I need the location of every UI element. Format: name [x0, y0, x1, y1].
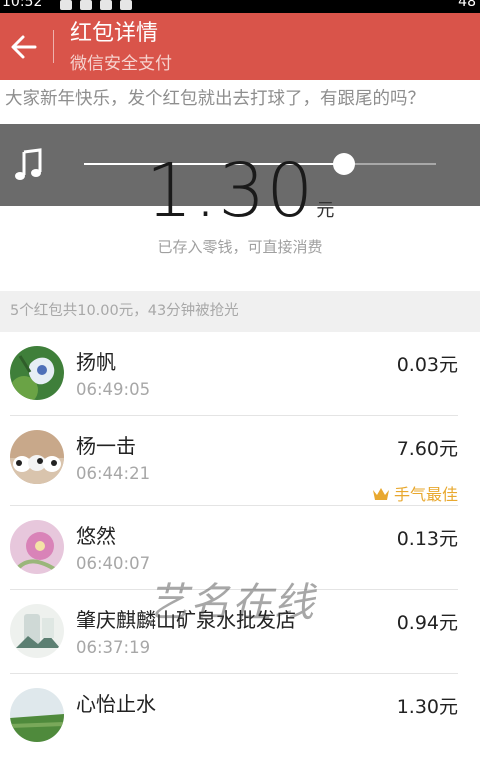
avatar: [10, 430, 64, 484]
status-bar: 10:52 48: [0, 0, 480, 13]
avatar: [10, 520, 64, 574]
notification-icon: [120, 0, 132, 10]
app-header: 红包详情 微信安全支付: [0, 13, 480, 80]
page-title: 红包详情: [70, 21, 159, 46]
received-amount-value: 0.03元: [396, 354, 458, 376]
list-item[interactable]: 杨一击 06:44:21 7.60元 手气最佳: [0, 416, 480, 506]
best-luck-label: 手气最佳: [393, 485, 458, 504]
received-amount-value: 1.30元: [396, 696, 458, 718]
header-divider: [53, 30, 54, 63]
deposit-notice: 已存入零钱，可直接消费: [157, 238, 323, 256]
best-luck-badge: 手气最佳: [372, 481, 458, 505]
received-amount-value: 7.60元: [396, 438, 458, 460]
avatar: [10, 346, 64, 400]
amount-unit: 元: [316, 200, 335, 221]
recipient-name: 肇庆麒麟山矿泉水批发店: [76, 608, 296, 632]
avatar: [10, 604, 64, 658]
recipient-list: 扬帆 06:49:05 0.03元 杨一击 06:44:21 7.60元 手气最…: [0, 332, 480, 758]
received-time: 06:44:21: [76, 464, 151, 483]
recipient-name: 悠然: [76, 524, 116, 548]
packet-summary: 5个红包共10.00元，43分钟被抢光: [0, 291, 480, 332]
notification-icon: [80, 0, 92, 10]
back-arrow-icon: [11, 35, 37, 59]
back-button[interactable]: [4, 25, 44, 69]
received-amount-value: 0.13元: [396, 528, 458, 550]
list-item[interactable]: 心怡止水 1.30元: [0, 674, 480, 758]
recipient-name: 扬帆: [76, 350, 116, 374]
list-item[interactable]: 悠然 06:40:07 0.13元: [0, 506, 480, 590]
status-icons: [60, 0, 132, 13]
notification-icon: [100, 0, 112, 10]
recipient-name: 杨一击: [76, 434, 136, 458]
received-time: 06:49:05: [76, 380, 151, 399]
list-item[interactable]: 肇庆麒麟山矿泉水批发店 06:37:19 0.94元: [0, 590, 480, 674]
amount-value: 1.30: [145, 148, 315, 234]
notification-icon: [60, 0, 72, 10]
red-packet-message: 大家新年快乐，发个红包就出去打球了，有跟尾的吗？: [5, 89, 425, 109]
crown-icon: [372, 488, 389, 500]
summary-text: 5个红包共10.00元，43分钟被抢光: [10, 303, 239, 319]
page-subtitle: 微信安全支付: [70, 54, 172, 74]
received-amount-value: 0.94元: [396, 612, 458, 634]
received-amount: 1.30 元: [0, 148, 480, 234]
status-time: 10:52: [2, 0, 43, 10]
received-time: 06:40:07: [76, 554, 151, 573]
list-item[interactable]: 扬帆 06:49:05 0.03元: [0, 332, 480, 416]
recipient-name: 心怡止水: [76, 692, 156, 716]
received-time: 06:37:19: [76, 638, 151, 657]
status-battery: 48: [458, 0, 476, 10]
avatar: [10, 688, 64, 742]
